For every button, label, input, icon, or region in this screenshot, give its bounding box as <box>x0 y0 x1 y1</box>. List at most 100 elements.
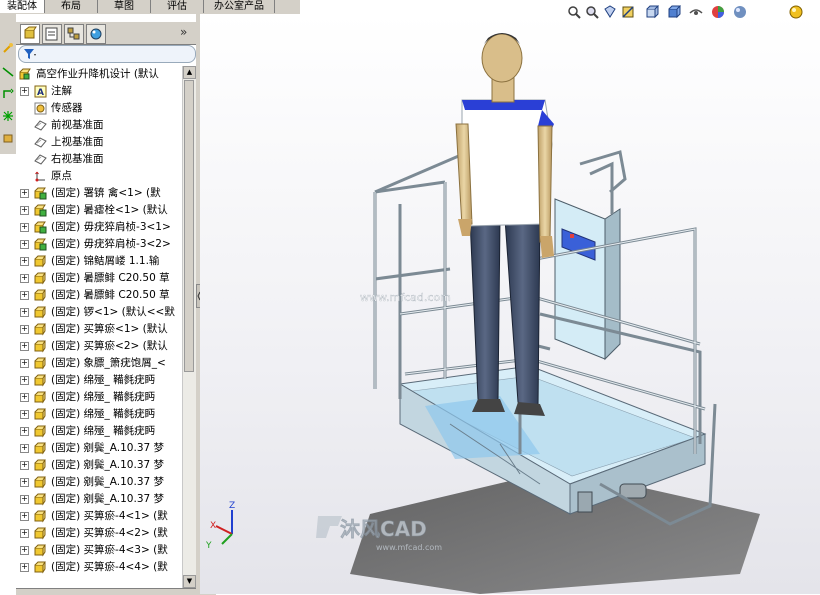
tree-item[interactable]: + (固定) 毋疣猝肩桢-3<2> <box>16 236 182 253</box>
hide-show-items-icon[interactable] <box>689 5 703 19</box>
tree-item-label: (固定) 剜鬓_A.10.37 梦 <box>51 493 165 505</box>
display-style-icon[interactable] <box>667 5 681 19</box>
expand-toggle-icon[interactable]: + <box>20 325 29 334</box>
tree-item[interactable]: + (固定) 剜鬓_A.10.37 梦 <box>16 491 182 508</box>
part-icon <box>34 442 46 455</box>
part-icon <box>34 493 46 506</box>
apply-scene-icon[interactable] <box>733 5 747 19</box>
expand-toggle-icon[interactable]: + <box>20 291 29 300</box>
configuration-manager-tab-icon[interactable] <box>64 24 84 44</box>
tab-office-products[interactable]: 办公室产品 <box>204 0 275 13</box>
scroll-down-icon[interactable]: ▼ <box>183 575 196 588</box>
zoom-area-icon[interactable] <box>585 5 599 19</box>
tree-item[interactable]: 上视基准面 <box>16 134 182 151</box>
tab-assembly[interactable]: 装配体 <box>0 0 45 13</box>
tree-item[interactable]: + (固定) 象膘_箫疣饱屑_< <box>16 355 182 372</box>
tree-item[interactable]: + (固定) 毋疣猝肩桢-3<1> <box>16 219 182 236</box>
tree-item-label: (固定) 剜鬓_A.10.37 梦 <box>51 476 165 488</box>
expand-toggle-icon[interactable]: + <box>20 512 29 521</box>
model-view[interactable]: www.mfcad.com 沐风CAD www.mfcad.com Z X Y <box>200 14 820 594</box>
expand-toggle-icon[interactable]: + <box>20 87 29 96</box>
zoom-to-fit-icon[interactable] <box>567 5 581 19</box>
expand-toggle-icon[interactable]: + <box>20 495 29 504</box>
tree-item[interactable]: + A 注解 <box>16 83 182 100</box>
expand-toggle-icon[interactable]: + <box>20 461 29 470</box>
tree-item[interactable]: 原点 <box>16 168 182 185</box>
subassembly-icon <box>34 221 47 234</box>
operator-figure <box>455 33 554 416</box>
tree-item[interactable]: + (固定) 剜鬓_A.10.37 梦 <box>16 440 182 457</box>
line-tool-icon[interactable] <box>2 66 14 78</box>
expand-toggle-icon[interactable]: + <box>20 240 29 249</box>
tree-item[interactable]: 前视基准面 <box>16 117 182 134</box>
tree-item[interactable]: + (固定) 绵殛_ 鞴毵疣眄 <box>16 423 182 440</box>
expand-panel-icon[interactable]: » <box>180 25 187 39</box>
tree-item[interactable]: + (固定) 买箅瘀-4<1> (默 <box>16 508 182 525</box>
tree-item[interactable]: + (固定) 暑膘鲱 C20.50 草 <box>16 270 182 287</box>
tree-item[interactable]: + (固定) 绵殛_ 鞴毵疣眄 <box>16 372 182 389</box>
expand-toggle-icon[interactable]: + <box>20 223 29 232</box>
expand-toggle-icon[interactable]: + <box>20 529 29 538</box>
tree-item-label: 上视基准面 <box>51 136 104 148</box>
tree-item-label: (固定) 暑瘧栓<1> (默认 <box>51 204 168 216</box>
expand-toggle-icon[interactable]: + <box>20 393 29 402</box>
tree-item[interactable]: + (固定) 暑膘鲱 C20.50 草 <box>16 287 182 304</box>
expand-toggle-icon[interactable]: + <box>20 410 29 419</box>
move-icon[interactable] <box>2 88 14 100</box>
tree-item[interactable]: + (固定) 买箅瘀<1> (默认 <box>16 321 182 338</box>
tree-item[interactable]: + (固定) 买箅瘀<2> (默认 <box>16 338 182 355</box>
left-toolbar <box>0 14 17 154</box>
edit-appearance-icon[interactable] <box>711 5 725 19</box>
expand-toggle-icon[interactable]: + <box>20 376 29 385</box>
explode-icon[interactable] <box>2 110 14 122</box>
expand-toggle-icon[interactable]: + <box>20 478 29 487</box>
tree-item[interactable]: + (固定) 绵殛_ 鞴毵疣眄 <box>16 389 182 406</box>
part-icon <box>34 289 46 302</box>
display-manager-tab-icon[interactable] <box>86 24 106 44</box>
scroll-thumb[interactable] <box>184 80 194 372</box>
logo-subtext: www.mfcad.com <box>376 543 442 552</box>
tree-item[interactable]: + (固定) 绵殛_ 鞴毵疣眄 <box>16 406 182 423</box>
tab-sketch[interactable]: 草图 <box>98 0 151 13</box>
expand-toggle-icon[interactable]: + <box>20 342 29 351</box>
expand-toggle-icon[interactable]: + <box>20 189 29 198</box>
feature-tree-scrollbar[interactable]: ▲ ▼ <box>182 66 196 588</box>
plane-icon <box>34 137 47 148</box>
expand-toggle-icon[interactable]: + <box>20 427 29 436</box>
view-orientation-icon[interactable] <box>645 5 659 19</box>
expand-toggle-icon[interactable]: + <box>20 257 29 266</box>
tab-layout[interactable]: 布局 <box>45 0 98 13</box>
feature-filter[interactable] <box>18 45 196 63</box>
expand-toggle-icon[interactable]: + <box>20 546 29 555</box>
tree-item-label: (固定) 买箅瘀-4<1> (默 <box>51 510 168 522</box>
expand-toggle-icon[interactable]: + <box>20 308 29 317</box>
expand-toggle-icon[interactable]: + <box>20 444 29 453</box>
expand-toggle-icon[interactable]: + <box>20 563 29 572</box>
previous-view-icon[interactable] <box>603 5 617 19</box>
expand-toggle-icon[interactable]: + <box>20 206 29 215</box>
tree-item[interactable]: + (固定) 锣<1> (默认<<默 <box>16 304 182 321</box>
tree-item[interactable]: + (固定) 买箅瘀-4<2> (默 <box>16 525 182 542</box>
filter-icon[interactable] <box>23 48 37 60</box>
tree-item[interactable]: 右视基准面 <box>16 151 182 168</box>
component-icon[interactable] <box>2 132 14 144</box>
feature-tree-tab-icon[interactable] <box>20 24 40 44</box>
graphics-area[interactable]: www.mfcad.com 沐风CAD www.mfcad.com Z X Y <box>200 14 820 594</box>
tree-item[interactable]: + (固定) 暑瘧栓<1> (默认 <box>16 202 182 219</box>
smart-mate-icon[interactable] <box>2 42 14 54</box>
tree-item[interactable]: + (固定) 买箅瘀-4<3> (默 <box>16 542 182 559</box>
tab-evaluate[interactable]: 评估 <box>151 0 204 13</box>
tree-item[interactable]: + (固定) 剜鬓_A.10.37 梦 <box>16 474 182 491</box>
scroll-up-icon[interactable]: ▲ <box>183 66 196 79</box>
tree-item[interactable]: + (固定) 署锛 禽<1> (默 <box>16 185 182 202</box>
tree-item[interactable]: + (固定) 剜鬓_A.10.37 梦 <box>16 457 182 474</box>
tree-item[interactable]: 传感器 <box>16 100 182 117</box>
property-manager-tab-icon[interactable] <box>42 24 62 44</box>
expand-toggle-icon[interactable]: + <box>20 274 29 283</box>
section-view-icon[interactable] <box>621 5 635 19</box>
tree-item[interactable]: + (固定) 锦鲒屑嵝 1.1.输 <box>16 253 182 270</box>
view-settings-icon[interactable] <box>789 5 803 19</box>
tree-item[interactable]: + (固定) 买箅瘀-4<4> (默 <box>16 559 182 576</box>
tree-root-assembly[interactable]: 高空作业升降机设计 (默认 <box>16 66 182 83</box>
expand-toggle-icon[interactable]: + <box>20 359 29 368</box>
